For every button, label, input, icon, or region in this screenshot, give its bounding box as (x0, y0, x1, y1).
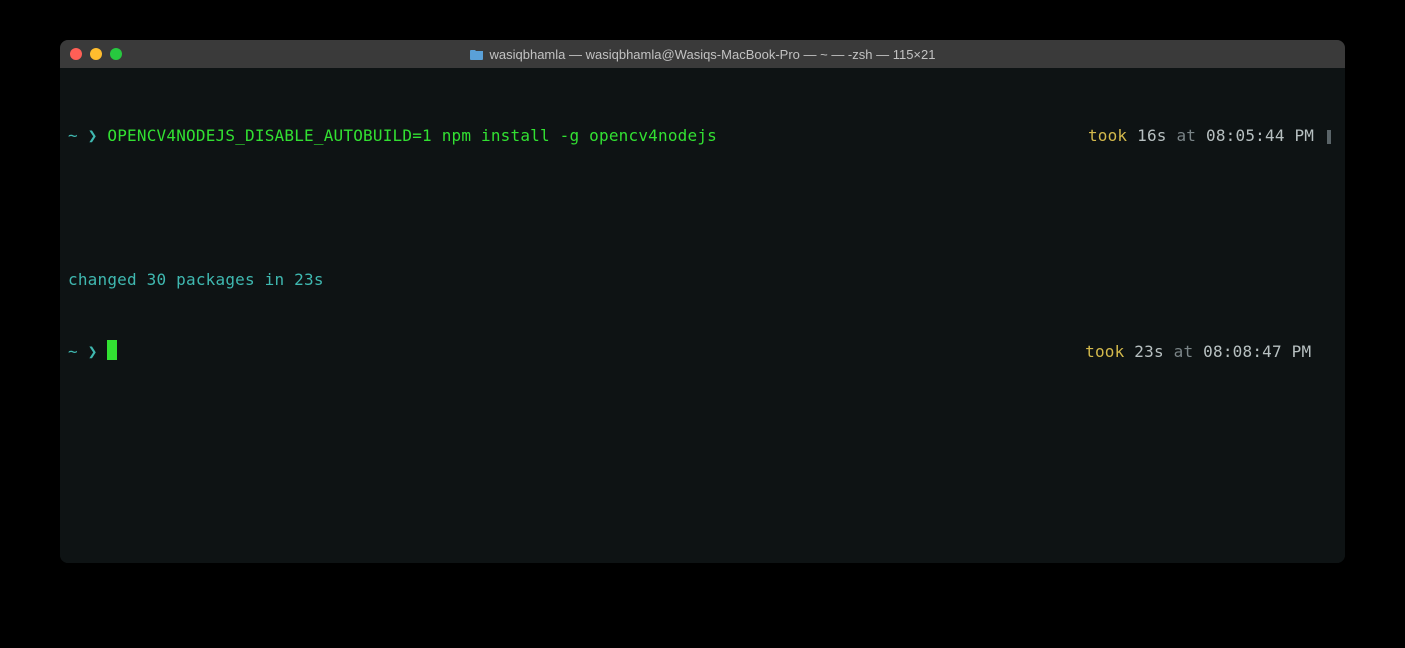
at-label: at (1174, 342, 1194, 361)
minimize-icon[interactable] (90, 48, 102, 60)
close-icon[interactable] (70, 48, 82, 60)
folder-icon (470, 48, 484, 60)
titlebar[interactable]: wasiqbhamla — wasiqbhamla@Wasiqs-MacBook… (60, 40, 1345, 68)
maximize-icon[interactable] (110, 48, 122, 60)
took-value: 23s (1134, 342, 1164, 361)
prompt-symbol: ❯ (88, 126, 98, 145)
cursor-icon[interactable] (107, 340, 117, 360)
window-title: wasiqbhamla — wasiqbhamla@Wasiqs-MacBook… (470, 47, 936, 62)
time-value: 08:05:44 PM (1206, 126, 1314, 145)
window-title-text: wasiqbhamla — wasiqbhamla@Wasiqs-MacBook… (490, 47, 936, 62)
took-label: took (1085, 342, 1124, 361)
at-label: at (1176, 126, 1196, 145)
terminal-line-1: ~ ❯ OPENCV4NODEJS_DISABLE_AUTOBUILD=1 np… (68, 124, 1337, 148)
terminal-line-blank (68, 196, 1337, 220)
terminal-line-prompt: ~ ❯ took 23s at 08:08:47 PM (68, 340, 1337, 364)
command-text: OPENCV4NODEJS_DISABLE_AUTOBUILD=1 npm in… (107, 126, 717, 145)
took-label: took (1088, 126, 1127, 145)
prompt-path: ~ (68, 342, 78, 361)
terminal-line-output: changed 30 packages in 23s (68, 268, 1337, 292)
line-marker-icon (1327, 130, 1331, 144)
terminal-window: wasiqbhamla — wasiqbhamla@Wasiqs-MacBook… (60, 40, 1345, 563)
traffic-lights (70, 48, 122, 60)
output-text: changed 30 packages in 23s (68, 268, 324, 292)
prompt-path: ~ (68, 126, 78, 145)
took-value: 16s (1137, 126, 1167, 145)
terminal-body[interactable]: ~ ❯ OPENCV4NODEJS_DISABLE_AUTOBUILD=1 np… (60, 68, 1345, 563)
time-value: 08:08:47 PM (1203, 342, 1311, 361)
prompt-symbol: ❯ (88, 342, 98, 361)
